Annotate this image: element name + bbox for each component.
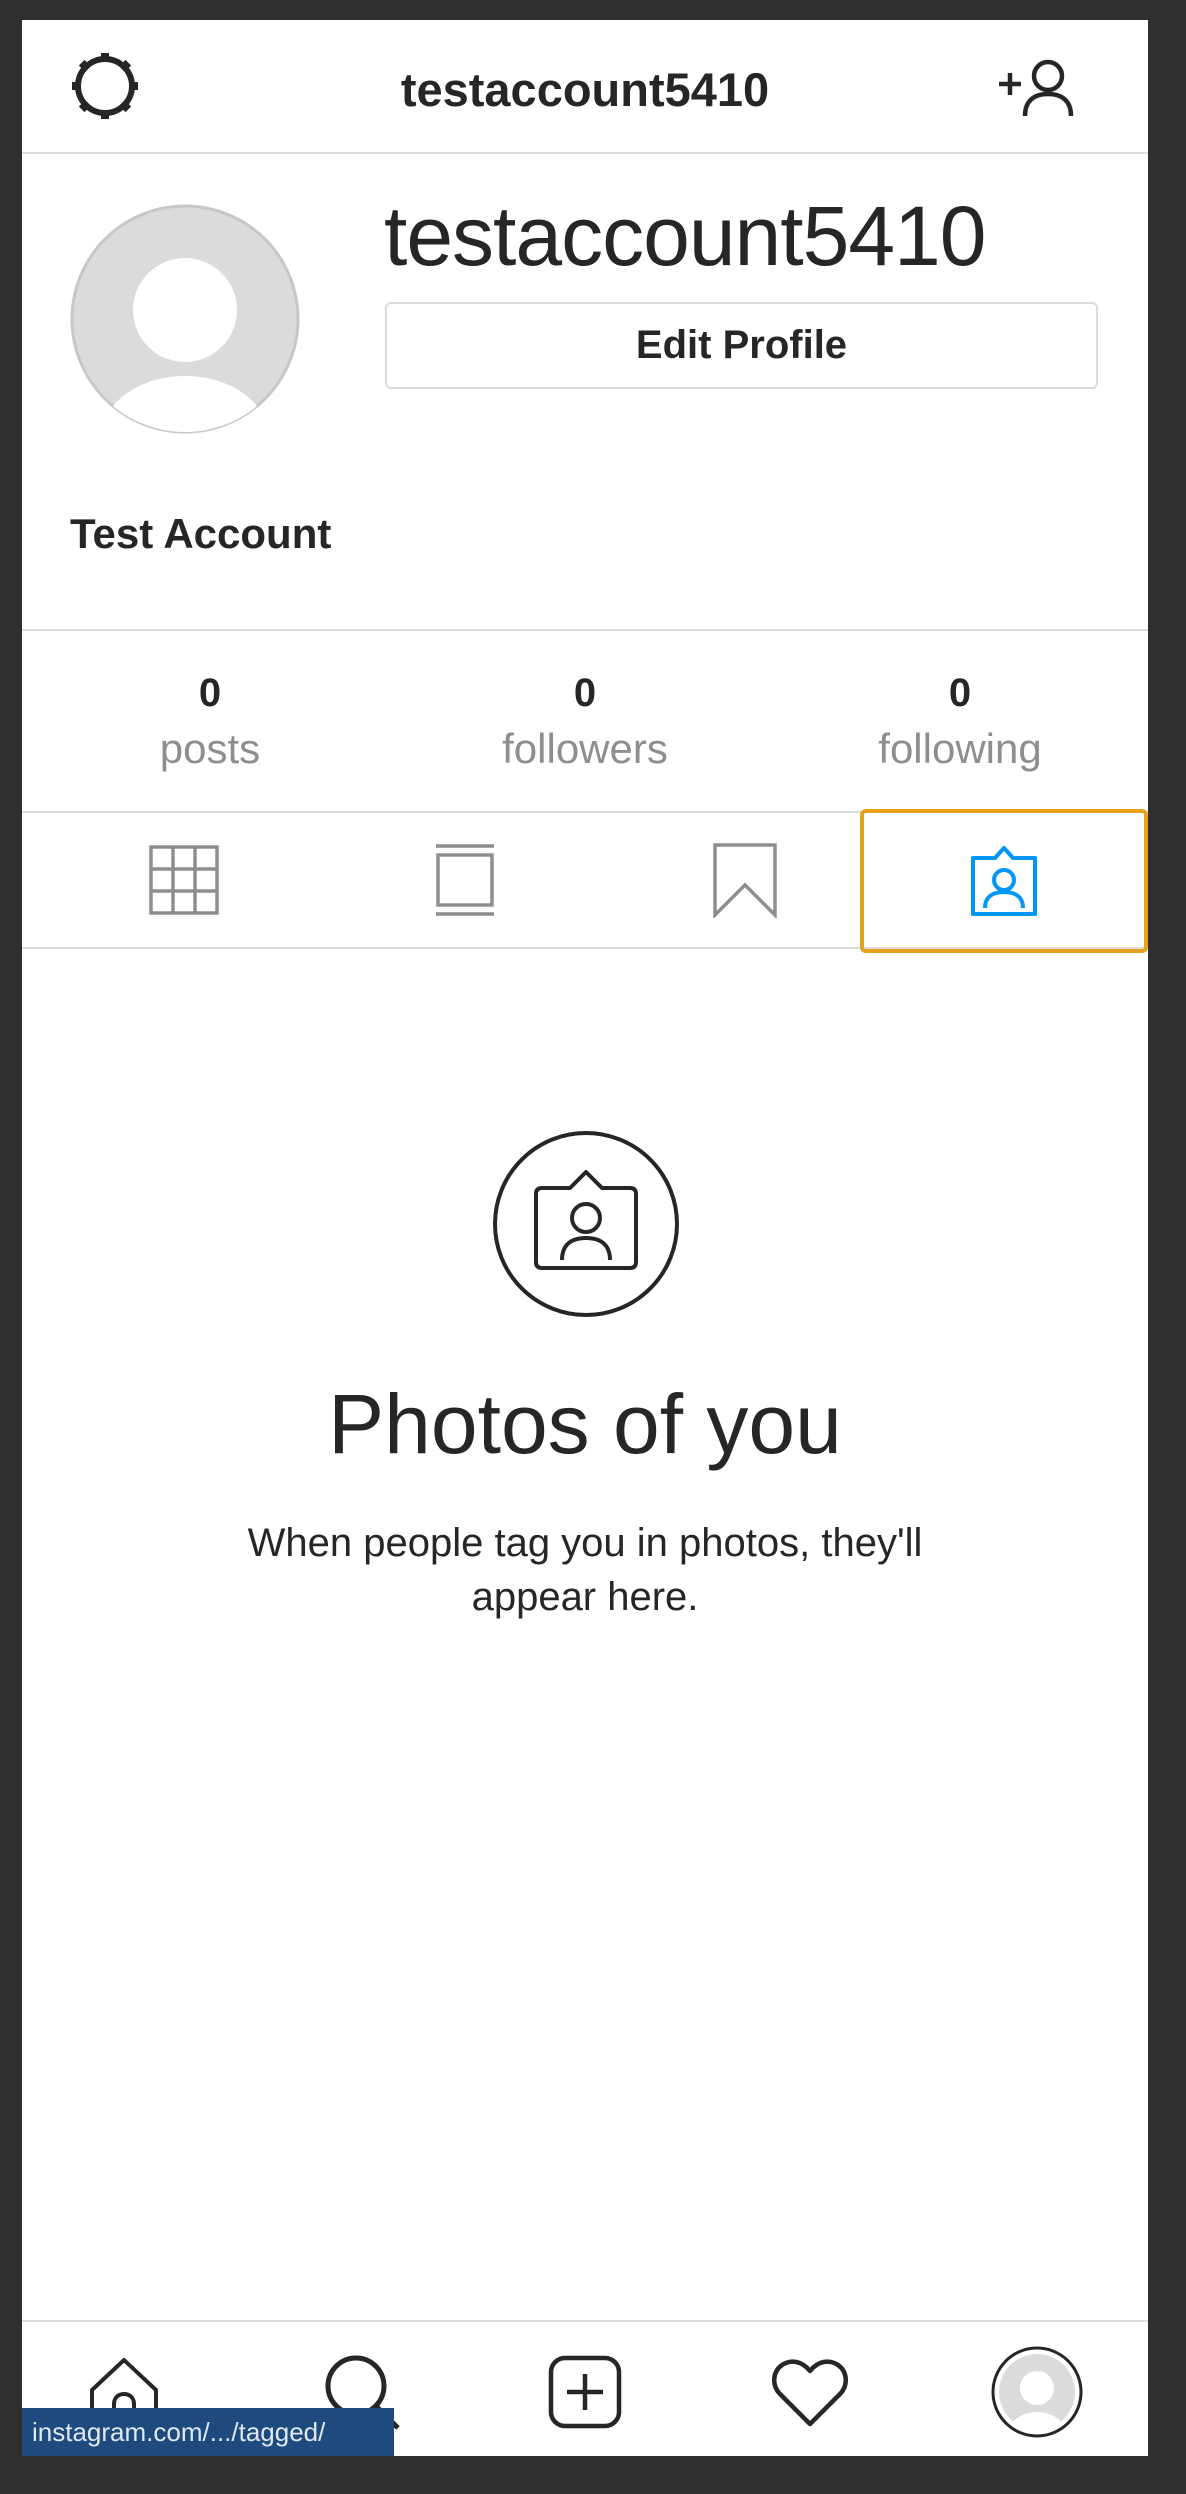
profile-avatar[interactable]	[70, 204, 300, 434]
profile-stats: 0 posts 0 followers 0 following	[22, 629, 1148, 813]
new-post-icon	[548, 2355, 622, 2429]
tab-tagged[interactable]	[860, 809, 1148, 953]
tab-feed[interactable]	[325, 813, 605, 947]
stat-value: 0	[948, 671, 972, 715]
tab-grid[interactable]	[44, 813, 324, 947]
stat-label: posts	[159, 725, 261, 772]
stat-posts[interactable]: 0 posts	[60, 631, 360, 811]
stat-value: 0	[573, 671, 597, 715]
top-bar: testaccount5410	[22, 20, 1148, 154]
app-window: testaccount5410 testaccount5410 Edit Pro…	[22, 20, 1148, 2456]
grid-icon	[149, 845, 219, 915]
stat-label: followers	[502, 725, 668, 772]
status-url: instagram.com/.../tagged/	[22, 2408, 394, 2456]
profile-tabs	[22, 809, 1148, 953]
heart-icon	[772, 2359, 848, 2427]
feed-icon	[436, 844, 494, 916]
nav-new-post[interactable]	[535, 2342, 635, 2442]
stat-label: following	[878, 725, 1042, 772]
nav-activity[interactable]	[760, 2342, 860, 2442]
add-user-icon[interactable]	[997, 56, 1081, 120]
profile-username: testaccount5410	[384, 189, 986, 283]
tagged-photo-icon	[493, 1131, 679, 1317]
tab-saved[interactable]	[605, 813, 885, 947]
profile-full-name: Test Account	[70, 510, 332, 557]
empty-state-description: When people tag you in photos, they'll a…	[247, 1521, 923, 1619]
tagged-icon	[971, 846, 1037, 916]
header-title: testaccount5410	[400, 63, 770, 116]
stat-followers[interactable]: 0 followers	[435, 631, 735, 811]
profile-avatar-icon	[991, 2346, 1083, 2438]
bookmark-icon	[713, 843, 777, 918]
nav-profile[interactable]	[987, 2342, 1087, 2442]
empty-state-title: Photos of you	[328, 1377, 842, 1471]
stat-value: 0	[198, 671, 222, 715]
edit-profile-button[interactable]: Edit Profile	[385, 302, 1098, 389]
stat-following[interactable]: 0 following	[810, 631, 1110, 811]
